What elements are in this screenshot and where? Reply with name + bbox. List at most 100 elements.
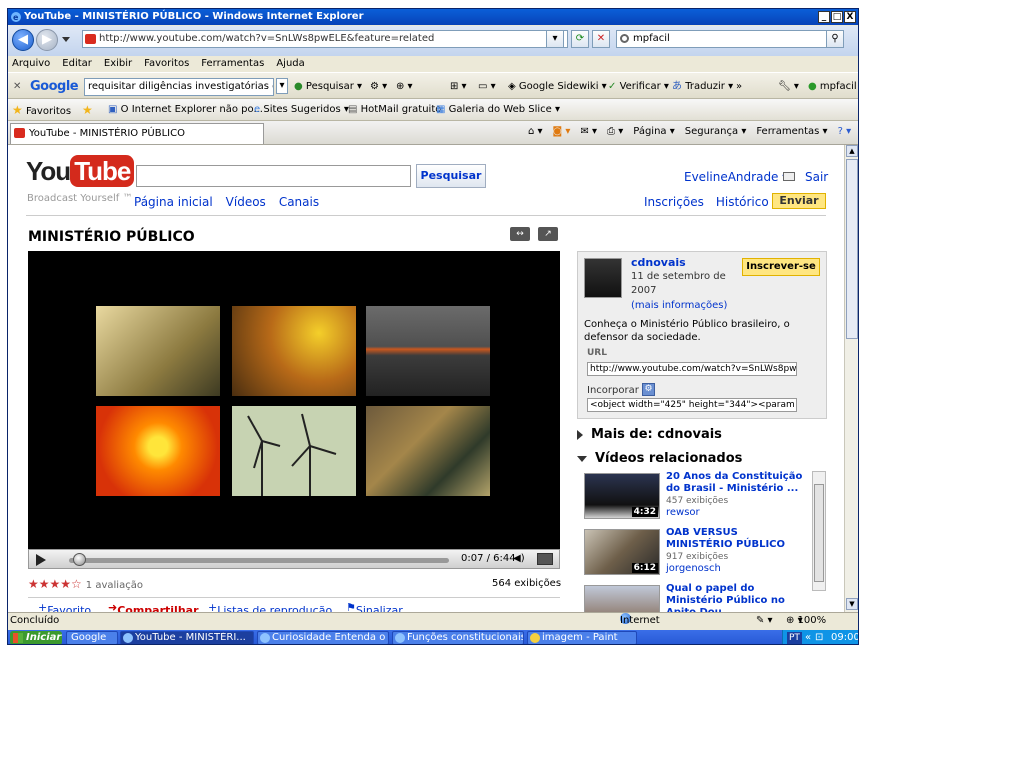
toolbar-popup-icon[interactable]: ⊕ ▾ — [396, 80, 413, 93]
add-favorite-icon[interactable]: ★ — [82, 104, 93, 118]
google-search-input[interactable]: requisitar diligências investigatórias e… — [84, 78, 274, 96]
nav-inscricoes[interactable]: Inscrições — [644, 195, 704, 209]
related-thumbnail[interactable] — [584, 585, 660, 612]
toolbar-wrench-icon[interactable]: 🔧︎ ▾ — [778, 80, 799, 93]
youtube-search-button[interactable]: Pesquisar — [416, 164, 486, 188]
print-icon[interactable]: ⎙ ▾ — [607, 126, 623, 137]
fav-item-sites-sugeridos[interactable]: e Sites Sugeridos ▾ — [254, 104, 349, 116]
related-title[interactable]: OAB VERSUS MINISTÉRIO PÚBLICO — [666, 527, 806, 551]
fav-item-hotmail[interactable]: ▤ HotMail gratuito — [348, 104, 441, 116]
history-dropdown-icon[interactable] — [62, 37, 70, 42]
tab-youtube[interactable]: YouTube - MINISTÉRIO PÚBLICO — [10, 123, 264, 144]
inbox-icon[interactable] — [783, 172, 795, 181]
zoom-control[interactable]: ⊕ 100% ▾ — [786, 613, 826, 629]
live-search-input[interactable]: mpfacil — [616, 30, 830, 48]
popout-icon[interactable]: ↗ — [538, 227, 558, 241]
network-icon[interactable]: ⊡ — [815, 630, 823, 644]
refresh-button[interactable]: ⟳ — [571, 30, 589, 48]
traduzir-button[interactable]: あ Traduzir ▾ — [672, 80, 733, 93]
fav-item-web-slice[interactable]: ▦ Galeria do Web Slice ▾ — [436, 104, 560, 116]
tray-expand-icon[interactable]: « — [805, 630, 811, 644]
youtube-logo[interactable]: You Tube — [26, 155, 135, 187]
toolbar-bookmark-icon[interactable]: ⊞ ▾ — [450, 80, 467, 93]
nav-pagina-inicial[interactable]: Página inicial — [134, 195, 213, 209]
share-action[interactable]: ➜ Compartilhar — [108, 601, 199, 612]
verificar-button[interactable]: ✓ Verificar ▾ — [608, 80, 669, 93]
logout-link[interactable]: Sair — [805, 170, 828, 184]
menu-arquivo[interactable]: Arquivo — [12, 56, 50, 72]
favorites-button[interactable]: ★ Favoritos — [12, 104, 71, 118]
upload-button[interactable]: Enviar — [772, 193, 826, 209]
taskbar-paint[interactable]: imagem - Paint — [527, 631, 637, 644]
fullscreen-icon[interactable] — [537, 553, 553, 565]
related-title[interactable]: Qual o papel do Ministério Público no Ap… — [666, 583, 806, 612]
rating[interactable]: ★★★★☆ 1 avaliação — [28, 577, 143, 591]
fav-item-ie[interactable]: ▣ O Internet Explorer não po... — [108, 104, 263, 116]
close-button[interactable]: X — [844, 11, 856, 23]
youtube-search-input[interactable] — [136, 165, 411, 187]
seguranca-menu[interactable]: Segurança ▾ — [685, 126, 747, 137]
sidewiki-button[interactable]: ◈ Google Sidewiki ▾ — [508, 80, 607, 93]
list-item[interactable]: 4:32 20 Anos da Constituição do Brasil -… — [584, 471, 810, 523]
playlist-action[interactable]: + Listas de reprodução — [208, 601, 332, 612]
google-taskbar-button[interactable]: Google — [66, 631, 118, 644]
expand-player-icon[interactable]: ↔ — [510, 227, 530, 241]
flag-action[interactable]: ⚑ Sinalizar — [346, 601, 403, 612]
progress-bar[interactable] — [69, 558, 449, 563]
google-account-button[interactable]: ● mpfacil ▾ — [808, 80, 858, 93]
mail-icon[interactable]: ✉ ▾ — [580, 126, 597, 137]
related-scrollbar[interactable] — [812, 471, 826, 591]
url-field[interactable]: http://www.youtube.com/watch?v=SnLWs8pwE… — [587, 362, 797, 376]
page-scrollbar[interactable]: ▲ ▼ — [844, 145, 858, 612]
play-button[interactable] — [36, 554, 46, 566]
title-bar[interactable]: e YouTube - MINISTÉRIO PÚBLICO - Windows… — [8, 9, 858, 25]
scroll-up-icon[interactable]: ▲ — [846, 145, 858, 157]
stop-button[interactable]: ✕ — [592, 30, 610, 48]
search-go-button[interactable]: ⚲ — [826, 30, 844, 48]
google-history-dropdown[interactable]: ▾ — [276, 78, 288, 94]
minimize-button[interactable]: _ — [818, 11, 830, 23]
address-dropdown-button[interactable]: ▾ — [546, 30, 564, 48]
menu-ferramentas[interactable]: Ferramentas — [201, 56, 264, 72]
start-button[interactable]: Iniciar — [10, 631, 62, 644]
progress-handle[interactable] — [72, 553, 86, 566]
taskbar-funcoes[interactable]: Funções constitucionais ... — [392, 631, 524, 644]
google-logo[interactable]: Google — [30, 79, 79, 94]
menu-editar[interactable]: Editar — [62, 56, 92, 72]
toolbar-tools-icon[interactable]: ⚙ ▾ — [370, 80, 387, 93]
pagina-menu[interactable]: Página ▾ — [633, 126, 675, 137]
channel-avatar[interactable] — [584, 258, 622, 298]
taskbar-curiosidade[interactable]: Curiosidade Entenda o q... — [257, 631, 389, 644]
scroll-down-icon[interactable]: ▼ — [846, 598, 858, 610]
menu-ajuda[interactable]: Ajuda — [276, 56, 304, 72]
list-item[interactable]: 6:12 OAB VERSUS MINISTÉRIO PÚBLICO 917 e… — [584, 527, 810, 579]
language-indicator[interactable]: PT — [787, 632, 802, 644]
subscribe-button[interactable]: Inscrever-se — [742, 258, 820, 276]
maximize-button[interactable]: □ — [831, 11, 843, 23]
feeds-icon[interactable]: ◙ ▾ — [553, 126, 571, 137]
related-thumbnail[interactable]: 4:32 — [584, 473, 660, 519]
related-author[interactable]: rewsor — [666, 507, 700, 518]
taskbar-youtube[interactable]: YouTube - MINISTÉRI... — [120, 631, 254, 644]
channel-name[interactable]: cdnovais — [631, 256, 686, 269]
more-from-section[interactable]: Mais de: cdnovais — [577, 427, 722, 442]
forward-button[interactable]: ▶ — [36, 29, 58, 51]
back-button[interactable]: ◀ — [12, 29, 34, 51]
toolbar-close-icon[interactable]: ✕ — [13, 80, 21, 93]
favorite-action[interactable]: + Favorito — [38, 601, 91, 612]
google-pesquisar-button[interactable]: ● Pesquisar ▾ — [294, 80, 362, 93]
list-item[interactable]: Qual o papel do Ministério Público no Ap… — [584, 583, 810, 612]
address-bar[interactable]: http://www.youtube.com/watch?v=SnLWs8pwE… — [82, 30, 568, 48]
ferramentas-menu[interactable]: Ferramentas ▾ — [756, 126, 827, 137]
related-title[interactable]: 20 Anos da Constituição do Brasil - Mini… — [666, 471, 806, 495]
menu-favoritos[interactable]: Favoritos — [144, 56, 189, 72]
nav-historico[interactable]: Histórico — [716, 195, 769, 209]
protected-mode-icon[interactable]: ✎ ▾ — [756, 613, 773, 629]
volume-icon[interactable]: ◀) — [513, 553, 525, 564]
related-author[interactable]: jorgenosch — [666, 563, 721, 574]
toolbar-more-button[interactable]: » — [736, 80, 742, 93]
home-icon[interactable]: ⌂ ▾ — [528, 126, 543, 137]
related-scrollbar-thumb[interactable] — [814, 484, 824, 582]
page-scrollbar-thumb[interactable] — [846, 159, 858, 339]
more-info-link[interactable]: (mais informações) — [631, 300, 727, 311]
